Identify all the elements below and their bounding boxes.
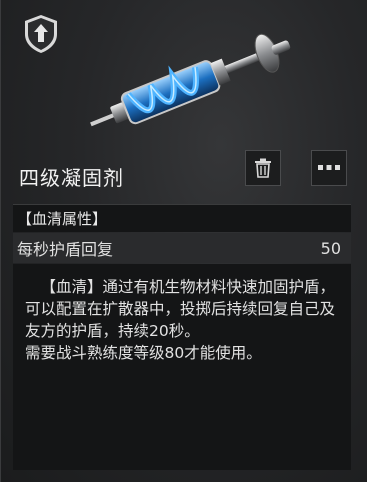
item-description: 【血清】通过有机生物材料快速加固护盾，可以配置在扩散器中，投掷后持续回复自己及友… [25, 278, 336, 340]
trash-icon [255, 158, 271, 178]
item-detail-card: 四级凝固剂 【血清属性】 每秒护盾回复 50 【血清】通过有机生物材料快速加固护… [0, 0, 367, 482]
rank-shield-arrow-icon [23, 14, 59, 54]
discard-button[interactable] [245, 150, 281, 186]
section-header-serum-attributes: 【血清属性】 [13, 204, 351, 232]
stat-value: 50 [320, 238, 341, 258]
stat-row: 每秒护盾回复 50 [13, 233, 351, 263]
more-dots-icon [318, 165, 340, 170]
item-name: 四级凝固剂 [19, 166, 124, 190]
more-options-button[interactable] [311, 150, 347, 186]
description-panel: 【血清】通过有机生物材料快速加固护盾，可以配置在扩散器中，投掷后持续回复自己及友… [13, 264, 351, 470]
level-requirement: 需要战斗熟练度等级80才能使用。 [25, 344, 262, 362]
stat-label: 每秒护盾回复 [17, 240, 114, 259]
syringe-item-image [81, 28, 311, 138]
